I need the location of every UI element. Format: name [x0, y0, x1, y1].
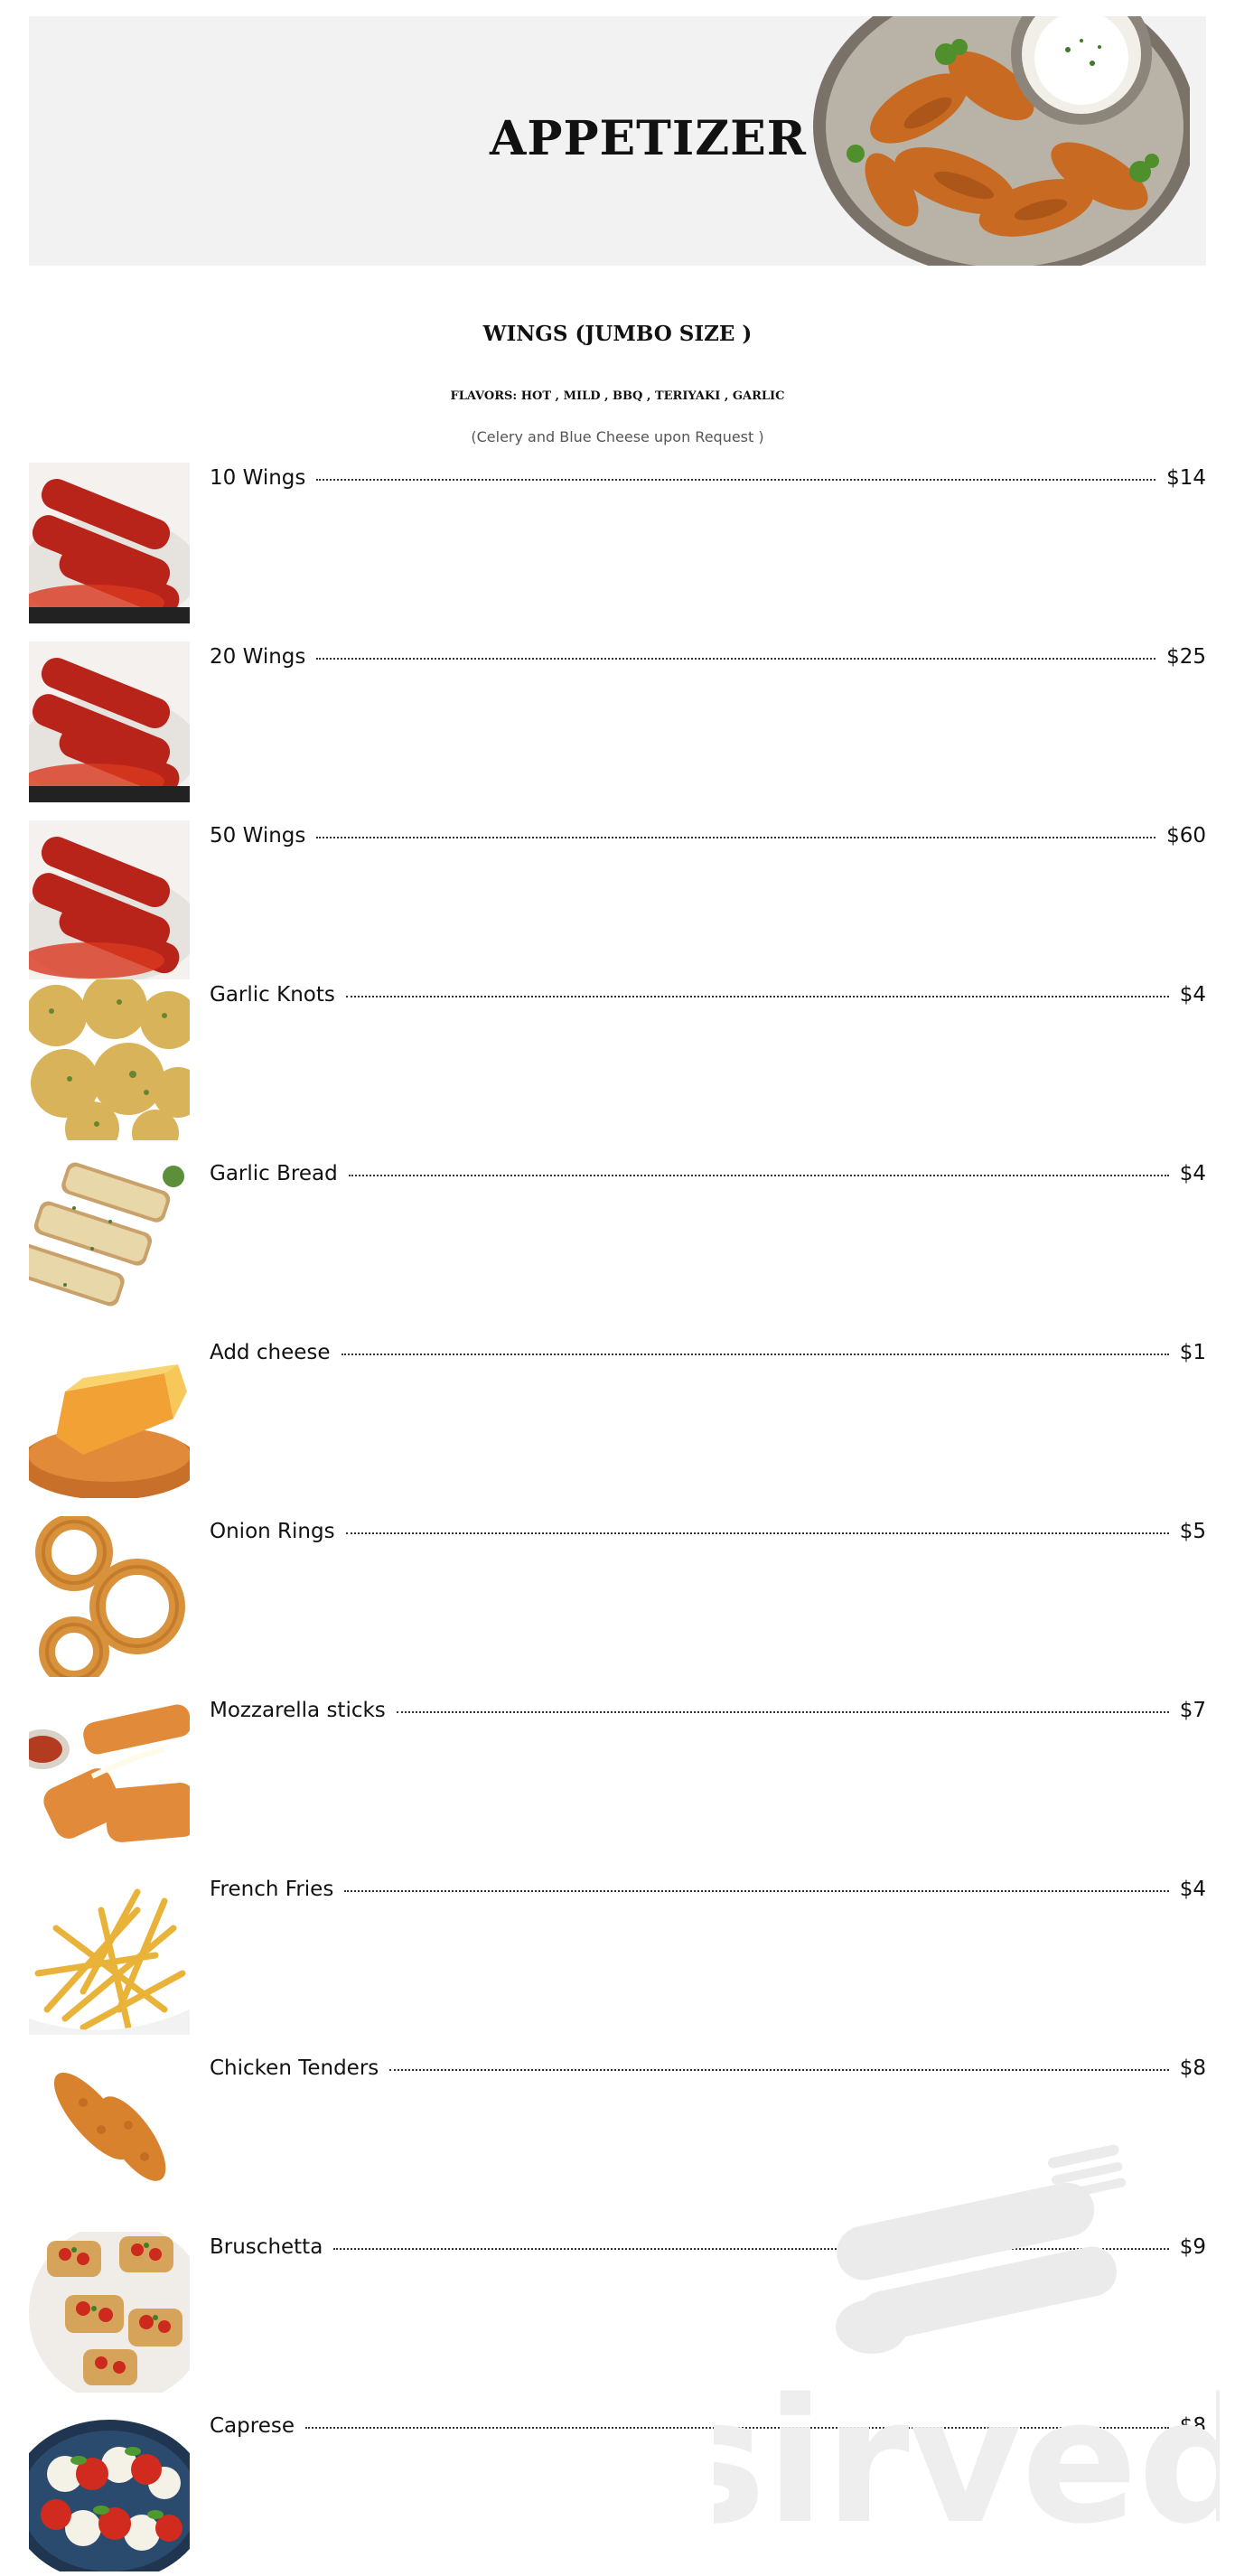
request-note: (Celery and Blue Cheese upon Request ) [471, 428, 764, 445]
wings-photo [29, 820, 190, 981]
page-title: APPETIZER [490, 111, 808, 166]
item-price: $4 [1179, 983, 1206, 1007]
sirved-watermark-logo: sirved [714, 2144, 1220, 2548]
item-price: $7 [1179, 1699, 1206, 1722]
item-name: Caprese [210, 2414, 295, 2438]
item-price: $5 [1179, 1520, 1206, 1543]
section-title: WINGS (JUMBO SIZE ) [482, 322, 753, 346]
item-price: $1 [1179, 1341, 1206, 1364]
menu-item: 50 Wings $60 [29, 820, 1206, 981]
french-fries-photo [29, 1874, 190, 2035]
flavors-line: FLAVORS: HOT , MILD , BBQ , TERIYAKI , G… [450, 389, 785, 403]
chicken-tenders-photo [29, 2053, 190, 2214]
bruschetta-photo [29, 2232, 190, 2393]
item-name: Bruschetta [210, 2235, 323, 2259]
item-price: $4 [1179, 1878, 1206, 1901]
dotted-leader [345, 996, 1169, 998]
onion-rings-photo [29, 1516, 190, 1677]
item-name: 50 Wings [210, 824, 306, 848]
dotted-leader [389, 2069, 1169, 2071]
garlic-knots-photo [29, 979, 190, 1140]
menu-item: 10 Wings $14 [29, 463, 1206, 623]
item-price: $4 [1179, 1162, 1206, 1185]
garlic-bread-photo [29, 1158, 190, 1319]
item-name: Mozzarella sticks [210, 1699, 386, 1722]
cheese-photo [29, 1337, 190, 1498]
menu-item: Onion Rings $5 [29, 1516, 1206, 1677]
dotted-leader [316, 658, 1156, 660]
item-name: Garlic Bread [210, 1162, 338, 1185]
dotted-leader [396, 1711, 1169, 1713]
dotted-leader [344, 1890, 1169, 1892]
dotted-leader [341, 1354, 1169, 1355]
menu-item: Add cheese $1 [29, 1337, 1206, 1498]
item-name: Add cheese [210, 1341, 331, 1364]
watermark-text: sirved [714, 2362, 1220, 2548]
dotted-leader [348, 1175, 1169, 1176]
menu-item: Garlic Bread $4 [29, 1158, 1206, 1319]
menu-item: 20 Wings $25 [29, 642, 1206, 802]
dotted-leader [316, 479, 1156, 481]
menu-item: French Fries $4 [29, 1874, 1206, 2035]
menu-item: Garlic Knots $4 [29, 979, 1206, 1140]
item-name: French Fries [210, 1878, 334, 1901]
mozzarella-sticks-photo [29, 1695, 190, 1856]
item-price: $8 [1179, 2056, 1206, 2080]
item-name: 20 Wings [210, 645, 306, 669]
item-name: Onion Rings [210, 1520, 335, 1543]
wings-photo [29, 642, 190, 802]
caprese-photo [29, 2411, 190, 2571]
item-name: Garlic Knots [210, 983, 335, 1007]
item-price: $14 [1166, 466, 1206, 490]
item-name: Chicken Tenders [210, 2056, 379, 2080]
item-price: $25 [1166, 645, 1206, 669]
dotted-leader [316, 837, 1156, 838]
header-banner: APPETIZER [29, 16, 1206, 266]
item-price: $60 [1166, 824, 1206, 848]
dotted-leader [345, 1532, 1169, 1534]
item-name: 10 Wings [210, 466, 306, 490]
menu-item: Mozzarella sticks $7 [29, 1695, 1206, 1856]
wings-photo [29, 463, 190, 623]
wings-plate-photo [813, 16, 1190, 266]
